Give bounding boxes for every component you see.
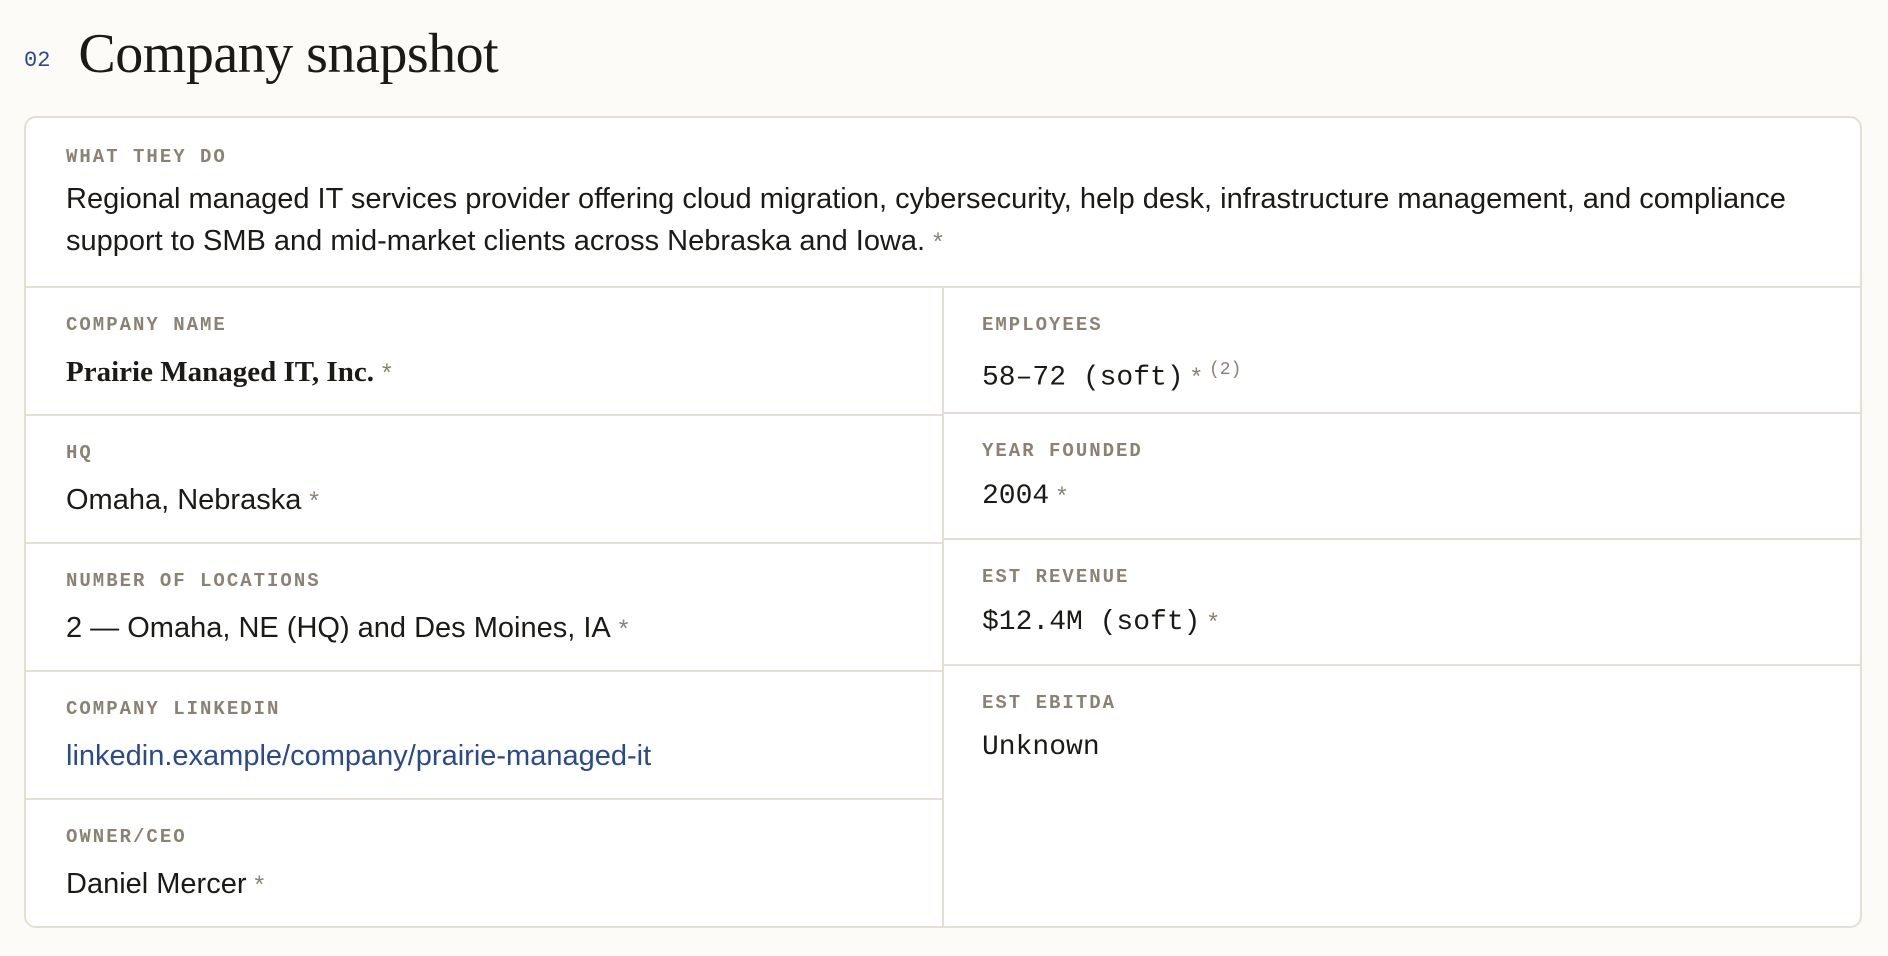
field-label: EST REVENUE xyxy=(982,566,1130,588)
field-est-ebitda: EST EBITDA Unknown xyxy=(944,666,1860,792)
field-value: 58–72 (soft) * (2) xyxy=(982,352,1241,396)
owner-ceo-value: Daniel Mercer xyxy=(66,868,247,900)
what-they-do-description: Regional managed IT services provider of… xyxy=(66,183,1786,257)
field-label: EST EBITDA xyxy=(982,692,1117,714)
field-label: OWNER/CEO xyxy=(66,826,187,848)
field-label: EMPLOYEES xyxy=(982,314,1103,336)
snapshot-card: WHAT THEY DO Regional managed IT service… xyxy=(24,116,1862,928)
year-founded-value: 2004 xyxy=(982,481,1050,512)
page: 02 Company snapshot WHAT THEY DO Regiona… xyxy=(0,0,1888,956)
section-title: Company snapshot xyxy=(78,23,499,85)
field-value: Prairie Managed IT, Inc. * xyxy=(66,354,392,392)
what-they-do-label: WHAT THEY DO xyxy=(66,146,227,168)
field-est-revenue: EST REVENUE $12.4M (soft) * xyxy=(944,540,1860,666)
field-owner-ceo: OWNER/CEO Daniel Mercer * xyxy=(26,800,942,926)
locations-value: 2 — Omaha, NE (HQ) and Des Moines, IA xyxy=(66,612,611,644)
field-label: YEAR FOUNDED xyxy=(982,440,1143,462)
hq-value: Omaha, Nebraska xyxy=(66,484,302,516)
field-company-linkedin: COMPANY LINKEDIN linkedin.example/compan… xyxy=(26,672,942,800)
citation-marker[interactable]: * xyxy=(255,872,265,899)
field-label: COMPANY NAME xyxy=(66,314,227,336)
left-column: COMPANY NAME Prairie Managed IT, Inc. * H… xyxy=(26,288,944,926)
field-year-founded: YEAR FOUNDED 2004 * xyxy=(944,414,1860,540)
citation-marker[interactable]: * xyxy=(309,488,319,515)
field-value: $12.4M (soft) * xyxy=(982,604,1218,641)
what-they-do-section: WHAT THEY DO Regional managed IT service… xyxy=(26,118,1860,288)
citation-marker[interactable]: * xyxy=(1208,608,1217,635)
field-value: 2 — Omaha, NE (HQ) and Des Moines, IA * xyxy=(66,610,628,648)
right-column: EMPLOYEES 58–72 (soft) * (2) YEAR FOUNDED … xyxy=(944,288,1860,926)
citation-marker[interactable]: * xyxy=(619,616,629,643)
field-hq: HQ Omaha, Nebraska * xyxy=(26,416,942,544)
what-they-do-text: Regional managed IT services provider of… xyxy=(66,178,1786,264)
field-value: Daniel Mercer * xyxy=(66,866,264,904)
est-ebitda-value: Unknown xyxy=(982,732,1100,763)
field-value: Omaha, Nebraska * xyxy=(66,482,319,520)
field-label: HQ xyxy=(66,442,93,464)
est-revenue-value: $12.4M (soft) xyxy=(982,607,1201,638)
field-label: NUMBER OF LOCATIONS xyxy=(66,570,321,592)
citation-marker[interactable]: * xyxy=(382,360,392,387)
citation-marker[interactable]: * xyxy=(1192,363,1201,390)
linkedin-link[interactable]: linkedin.example/company/prairie-managed… xyxy=(66,740,651,772)
section-number: 02 xyxy=(24,48,51,73)
footnote-ref[interactable]: (2) xyxy=(1209,360,1241,380)
citation-marker[interactable]: * xyxy=(933,229,943,256)
field-value: Unknown xyxy=(982,730,1100,766)
field-company-name: COMPANY NAME Prairie Managed IT, Inc. * xyxy=(26,288,942,416)
field-employees: EMPLOYEES 58–72 (soft) * (2) xyxy=(944,288,1860,414)
employees-value: 58–72 (soft) xyxy=(982,362,1184,394)
section-header: 02 Company snapshot xyxy=(24,22,499,86)
company-name-value: Prairie Managed IT, Inc. xyxy=(66,356,374,388)
citation-marker[interactable]: * xyxy=(1057,482,1066,509)
field-value: linkedin.example/company/prairie-managed… xyxy=(66,738,651,774)
field-value: 2004 * xyxy=(982,478,1067,515)
field-label: COMPANY LINKEDIN xyxy=(66,698,281,720)
field-number-of-locations: NUMBER OF LOCATIONS 2 — Omaha, NE (HQ) a… xyxy=(26,544,942,672)
